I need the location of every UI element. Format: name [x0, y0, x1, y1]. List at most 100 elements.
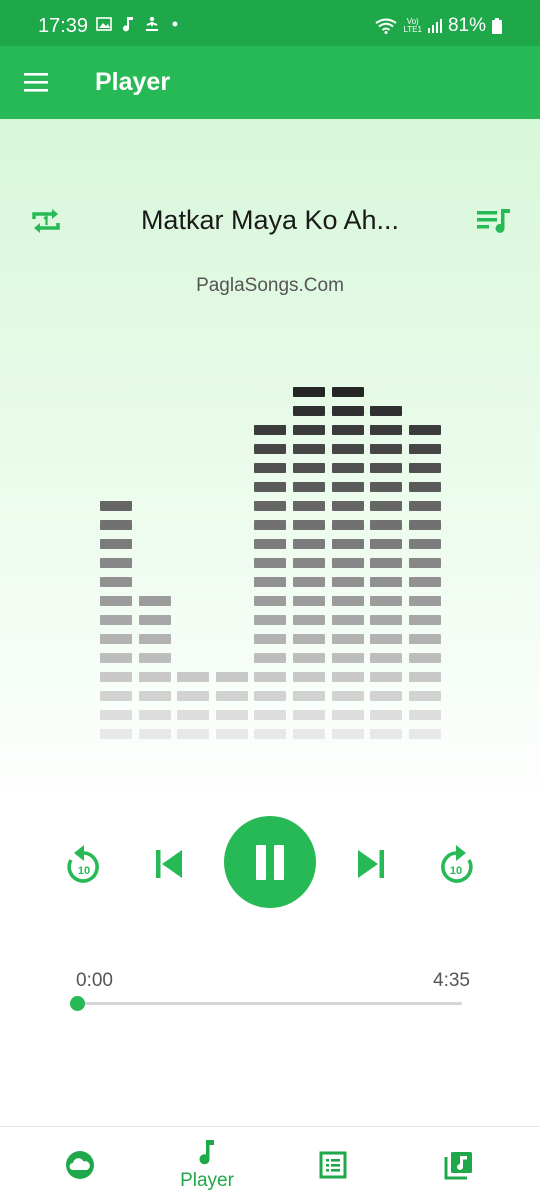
visualizer-segment — [408, 710, 441, 720]
visualizer-segment — [254, 634, 287, 644]
library-music-icon — [444, 1152, 472, 1180]
visualizer-segment — [100, 558, 132, 568]
battery-icon — [492, 18, 502, 34]
visualizer-segment — [408, 729, 441, 739]
visualizer-segment — [254, 691, 287, 701]
visualizer-segment — [408, 634, 441, 644]
visualizer-segment — [293, 577, 325, 587]
repeat-one-icon[interactable] — [30, 205, 62, 237]
visualizer-segment — [331, 425, 364, 435]
visualizer-segment — [215, 691, 248, 701]
visualizer-segment — [331, 520, 364, 530]
visualizer-segment — [293, 444, 325, 454]
visualizer-segment — [331, 691, 364, 701]
pause-icon-bar-left — [256, 845, 266, 880]
visualizer-segment — [408, 691, 441, 701]
visualizer-segment — [100, 501, 132, 511]
visualizer-segment — [370, 482, 403, 492]
visualizer-segment — [408, 577, 441, 587]
seek-bar[interactable] — [70, 996, 462, 1011]
visualizer-segment — [100, 653, 132, 663]
visualizer-segment — [138, 653, 171, 663]
visualizer-segment — [254, 539, 287, 549]
nav-item-library[interactable] — [399, 1127, 519, 1200]
visualizer-segment — [100, 539, 132, 549]
visualizer-segment — [370, 406, 403, 416]
time-total: 4:35 — [433, 970, 470, 991]
visualizer-segment — [177, 691, 210, 701]
visualizer-segment — [370, 729, 403, 739]
nav-item-player[interactable]: Player — [147, 1127, 267, 1200]
visualizer-segment — [293, 482, 325, 492]
visualizer-segment — [215, 710, 248, 720]
music-note-icon — [199, 1140, 214, 1165]
visualizer-segment — [370, 539, 403, 549]
status-notification-icons — [96, 16, 180, 32]
visualizer-segment — [293, 539, 325, 549]
visualizer-segment — [331, 729, 364, 739]
page-title: Player — [95, 68, 171, 96]
visualizer-segment — [331, 539, 364, 549]
nav-item-list[interactable] — [273, 1127, 393, 1200]
visualizer-segment — [293, 501, 325, 511]
visualizer-segment — [177, 729, 210, 739]
visualizer-segment — [138, 672, 171, 682]
visualizer-column — [254, 378, 287, 739]
nav-item-cloud[interactable] — [20, 1127, 140, 1200]
visualizer-segment — [138, 596, 171, 606]
visualizer-segment — [254, 672, 287, 682]
visualizer-segment — [293, 653, 325, 663]
visualizer-segment — [370, 501, 403, 511]
forward-label: 10 — [450, 865, 462, 877]
visualizer-segment — [293, 520, 325, 530]
visualizer-segment — [254, 615, 287, 625]
visualizer-column — [138, 378, 171, 739]
list-icon — [319, 1151, 347, 1179]
audio-visualizer — [100, 378, 441, 739]
visualizer-segment — [331, 634, 364, 644]
visualizer-segment — [100, 520, 132, 530]
visualizer-segment — [331, 463, 364, 473]
visualizer-segment — [100, 634, 132, 644]
visualizer-segment — [331, 482, 364, 492]
visualizer-column — [215, 378, 248, 739]
visualizer-segment — [331, 672, 364, 682]
visualizer-segment — [254, 729, 287, 739]
pause-button[interactable] — [224, 816, 316, 908]
visualizer-segment — [177, 710, 210, 720]
forward-10-icon[interactable]: 10 — [434, 840, 478, 888]
visualizer-segment — [100, 672, 132, 682]
hamburger-menu-icon[interactable] — [22, 68, 52, 98]
visualizer-segment — [370, 710, 403, 720]
visualizer-segment — [138, 710, 171, 720]
app-bar: Player — [0, 46, 540, 119]
visualizer-segment — [100, 691, 132, 701]
seek-thumb[interactable] — [70, 996, 85, 1011]
skip-next-icon[interactable] — [355, 846, 387, 882]
rewind-10-icon[interactable]: 10 — [62, 840, 106, 888]
dot-icon — [172, 21, 178, 27]
visualizer-segment — [293, 691, 325, 701]
signal-icon — [427, 19, 442, 33]
rewind-label: 10 — [78, 865, 90, 877]
skip-previous-icon[interactable] — [153, 846, 185, 882]
visualizer-segment — [408, 501, 441, 511]
visualizer-segment — [370, 520, 403, 530]
visualizer-segment — [254, 482, 287, 492]
status-system-icons: Vo) LTE1 81% — [375, 15, 502, 37]
visualizer-segment — [370, 463, 403, 473]
song-title: Matkar Maya Ko Ah... — [140, 205, 400, 235]
visualizer-segment — [370, 634, 403, 644]
playback-controls: 10 10 — [0, 816, 540, 912]
queue-music-icon[interactable] — [476, 207, 512, 237]
visualizer-segment — [254, 444, 287, 454]
visualizer-segment — [100, 577, 132, 587]
visualizer-segment — [331, 558, 364, 568]
visualizer-segment — [138, 729, 171, 739]
status-bar: 17:39 Vo) LTE1 81% — [0, 0, 540, 46]
visualizer-segment — [215, 729, 248, 739]
visualizer-segment — [331, 710, 364, 720]
visualizer-segment — [293, 406, 325, 416]
visualizer-column — [177, 378, 210, 739]
visualizer-segment — [331, 444, 364, 454]
